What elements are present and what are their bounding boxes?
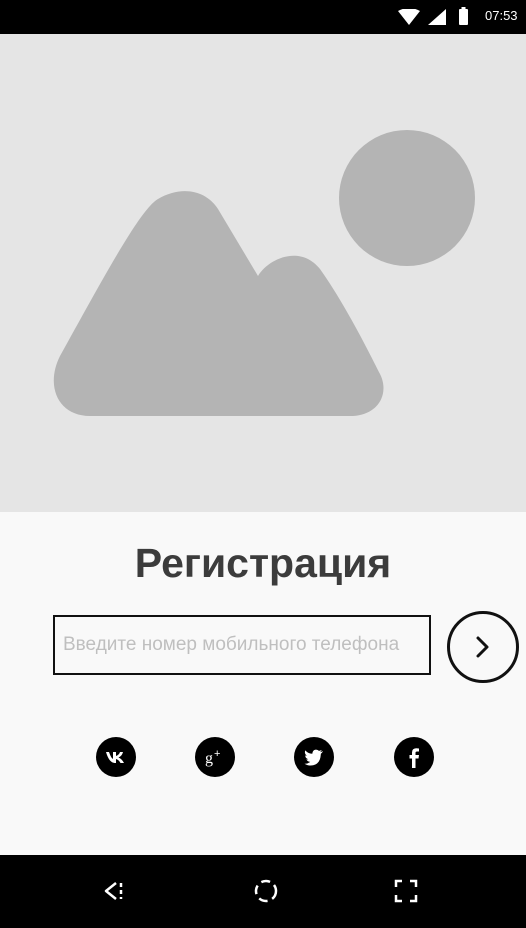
google-plus-icon: g + — [205, 748, 220, 767]
twitter-icon — [304, 749, 323, 766]
navigation-bar — [0, 855, 526, 928]
status-time: 07:53 — [485, 8, 518, 23]
facebook-icon — [409, 748, 419, 768]
page-title: Регистрация — [134, 540, 392, 586]
google-plus-login-button[interactable]: g + — [195, 737, 235, 777]
image-placeholder-icon — [53, 130, 475, 416]
recents-icon[interactable] — [388, 873, 424, 909]
vk-icon — [106, 752, 124, 763]
signal-icon — [428, 9, 446, 25]
svg-text:+: + — [214, 748, 220, 760]
hero-image-placeholder — [0, 34, 526, 512]
home-icon[interactable] — [248, 873, 284, 909]
svg-text:g: g — [205, 750, 213, 767]
vk-login-button[interactable] — [96, 737, 136, 777]
facebook-login-button[interactable] — [394, 737, 434, 777]
back-icon[interactable] — [101, 873, 137, 909]
battery-icon — [459, 7, 468, 25]
status-bar: 07:53 — [0, 0, 526, 34]
chevron-right-icon — [476, 636, 489, 658]
wifi-icon — [398, 9, 420, 25]
phone-number-input[interactable] — [53, 615, 431, 675]
twitter-login-button[interactable] — [294, 737, 334, 777]
next-button[interactable] — [447, 611, 519, 683]
